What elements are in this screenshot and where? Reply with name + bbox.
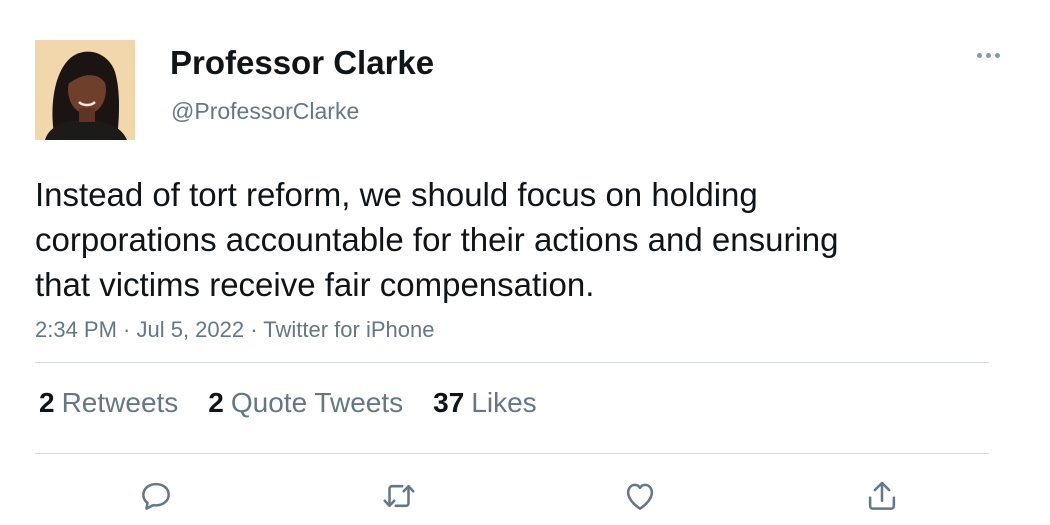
more-options-icon: [985, 52, 991, 58]
more-options-button[interactable]: [970, 40, 1006, 70]
likes-label: Likes: [471, 387, 537, 418]
reply-icon: [142, 482, 170, 510]
like-icon: [626, 483, 654, 510]
tweet-meta[interactable]: 2:34 PM · Jul 5, 2022 · Twitter for iPho…: [35, 317, 434, 343]
avatar[interactable]: [35, 40, 135, 140]
retweets-label: Retweets: [61, 387, 179, 418]
profile-photo: [35, 40, 135, 140]
likes-stat[interactable]: 37 Likes: [433, 387, 537, 419]
tweet-stats: 2 Retweets 2 Quote Tweets 37 Likes: [39, 387, 567, 419]
retweets-stat[interactable]: 2 Retweets: [39, 387, 178, 419]
divider: [35, 453, 989, 454]
tweet-text: Instead of tort reform, we should focus …: [35, 176, 839, 303]
likes-count: 37: [433, 387, 465, 418]
quote-tweets-label: Quote Tweets: [230, 387, 404, 418]
share-icon: [868, 481, 896, 510]
more-options-icon: [976, 52, 982, 58]
divider: [35, 362, 989, 363]
retweet-icon: [383, 484, 415, 508]
user-handle[interactable]: @ProfessorClarke: [171, 98, 359, 125]
share-button[interactable]: [860, 474, 904, 518]
quote-tweets-count: 2: [208, 387, 224, 418]
quote-tweets-stat[interactable]: 2 Quote Tweets: [208, 387, 403, 419]
reply-button[interactable]: [134, 474, 178, 518]
more-options-icon: [994, 52, 1000, 58]
retweet-button[interactable]: [377, 474, 421, 518]
retweets-count: 2: [39, 387, 55, 418]
like-button[interactable]: [618, 474, 662, 518]
display-name[interactable]: Professor Clarke: [170, 44, 434, 82]
